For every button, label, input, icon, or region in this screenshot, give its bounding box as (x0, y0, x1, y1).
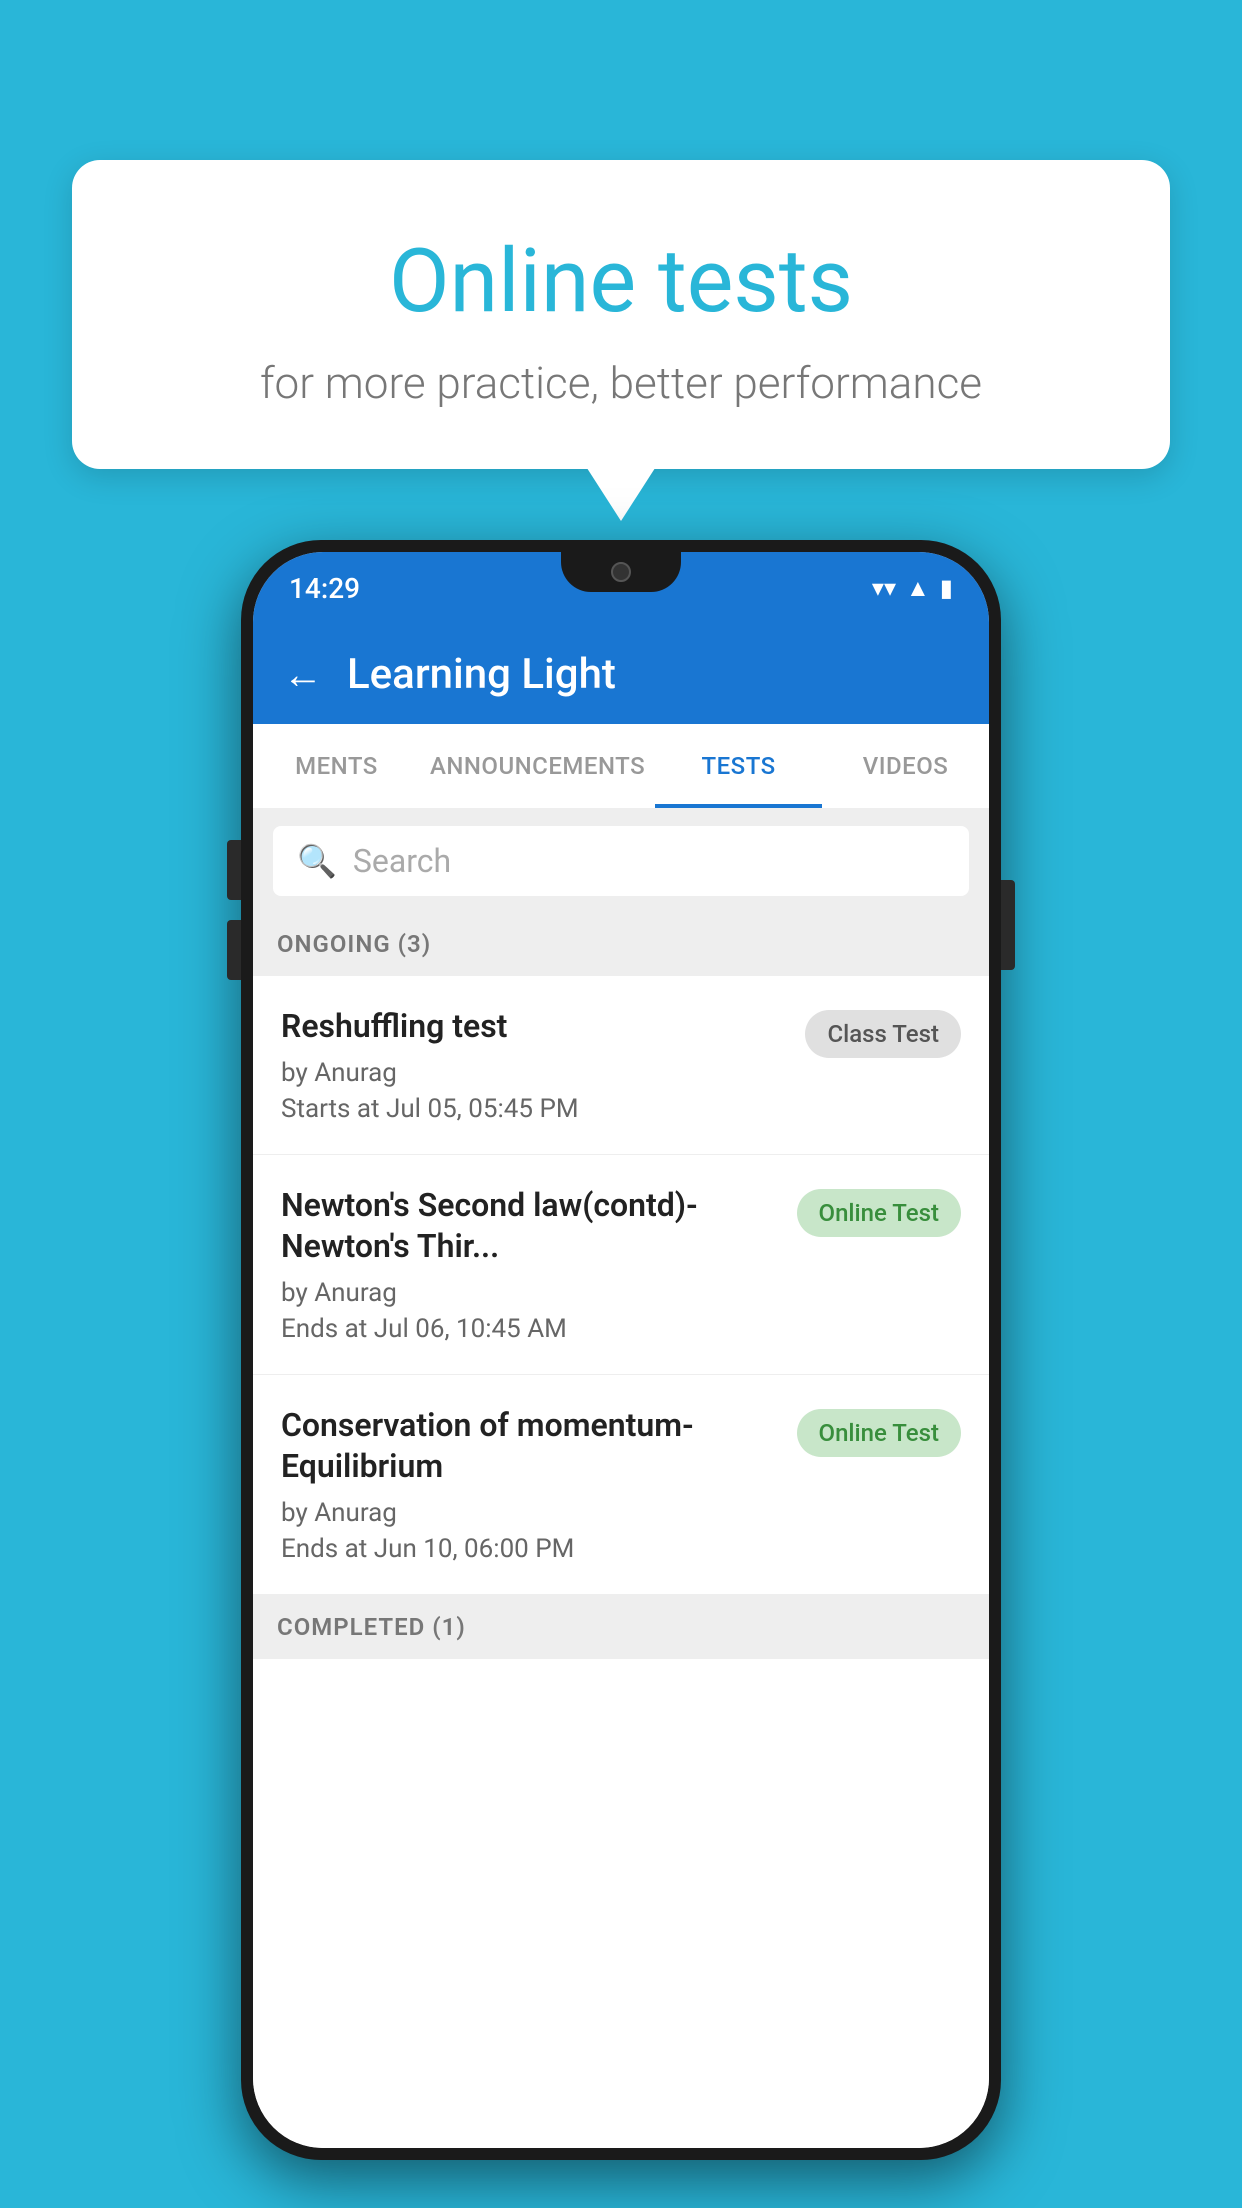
search-icon: 🔍 (297, 842, 337, 880)
phone-screen: 14:29 ▾▾ ▲ ▮ ← Learning Light MENTS (253, 552, 989, 2148)
test-author: by Anurag (281, 1058, 789, 1088)
camera (611, 562, 631, 582)
test-badge-online: Online Test (797, 1189, 961, 1237)
ongoing-section-header: ONGOING (3) (253, 912, 989, 976)
back-button[interactable]: ← (283, 651, 323, 698)
status-bar: 14:29 ▾▾ ▲ ▮ (253, 552, 989, 624)
tabs-bar: MENTS ANNOUNCEMENTS TESTS VIDEOS (253, 724, 989, 810)
search-box[interactable]: 🔍 Search (273, 826, 969, 896)
test-author: by Anurag (281, 1498, 781, 1528)
notch (561, 552, 681, 592)
wifi-icon: ▾▾ (872, 574, 896, 602)
promo-bubble: Online tests for more practice, better p… (72, 160, 1170, 469)
volume-down-button (227, 920, 241, 980)
signal-icon: ▲ (906, 574, 930, 603)
test-author: by Anurag (281, 1278, 781, 1308)
completed-section-header: COMPLETED (1) (253, 1595, 989, 1659)
power-button (1001, 880, 1015, 970)
search-container: 🔍 Search (253, 810, 989, 912)
test-info: Conservation of momentum-Equilibrium by … (281, 1405, 781, 1564)
test-title: Conservation of momentum-Equilibrium (281, 1405, 781, 1488)
test-item[interactable]: Reshuffling test by Anurag Starts at Jul… (253, 976, 989, 1155)
tab-tests[interactable]: TESTS (655, 724, 822, 808)
battery-icon: ▮ (940, 574, 953, 602)
bubble-title: Online tests (132, 230, 1110, 333)
app-bar-title: Learning Light (347, 650, 616, 699)
test-item[interactable]: Newton's Second law(contd)-Newton's Thir… (253, 1155, 989, 1375)
test-time: Ends at Jul 06, 10:45 AM (281, 1314, 781, 1344)
test-time: Ends at Jun 10, 06:00 PM (281, 1534, 781, 1564)
phone-frame: 14:29 ▾▾ ▲ ▮ ← Learning Light MENTS (241, 540, 1001, 2160)
bubble-subtitle: for more practice, better performance (132, 357, 1110, 409)
status-time: 14:29 (289, 572, 360, 605)
test-info: Newton's Second law(contd)-Newton's Thir… (281, 1185, 781, 1344)
tests-list: Reshuffling test by Anurag Starts at Jul… (253, 976, 989, 2148)
tab-videos[interactable]: VIDEOS (822, 724, 989, 808)
test-item[interactable]: Conservation of momentum-Equilibrium by … (253, 1375, 989, 1595)
tab-ments[interactable]: MENTS (253, 724, 420, 808)
test-title: Reshuffling test (281, 1006, 789, 1048)
test-title: Newton's Second law(contd)-Newton's Thir… (281, 1185, 781, 1268)
tab-announcements[interactable]: ANNOUNCEMENTS (420, 724, 655, 808)
test-badge-class: Class Test (805, 1010, 961, 1058)
test-info: Reshuffling test by Anurag Starts at Jul… (281, 1006, 789, 1124)
test-time: Starts at Jul 05, 05:45 PM (281, 1094, 789, 1124)
volume-up-button (227, 840, 241, 900)
search-placeholder: Search (353, 842, 451, 880)
app-bar: ← Learning Light (253, 624, 989, 724)
test-badge-online: Online Test (797, 1409, 961, 1457)
status-icons: ▾▾ ▲ ▮ (872, 574, 953, 603)
